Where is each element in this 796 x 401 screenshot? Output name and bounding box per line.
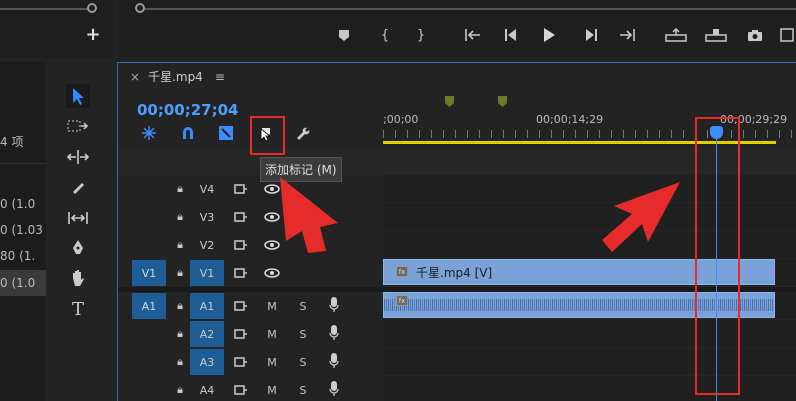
track-name-v1[interactable]: V1 (190, 260, 224, 286)
mute-track-button[interactable]: M (264, 354, 280, 370)
mute-track-button[interactable]: M (264, 298, 280, 314)
toggle-track-output-eye-icon[interactable] (264, 265, 280, 281)
timeline-settings-wrench-icon[interactable] (294, 124, 312, 142)
solo-track-button[interactable]: S (295, 326, 311, 342)
lock-track-icon[interactable]: 🔒︎ (172, 298, 188, 314)
project-item-selected[interactable]: 0 (1.0 (0, 270, 46, 296)
playhead-timecode[interactable]: 00;00;27;04 (137, 101, 239, 119)
hand-tool-icon[interactable] (66, 266, 90, 290)
lift-icon[interactable] (664, 23, 688, 47)
add-button-plus-icon[interactable]: + (84, 26, 102, 44)
annotation-highlight-box (695, 117, 740, 395)
sync-lock-icon[interactable] (233, 181, 249, 197)
add-marker-icon[interactable] (333, 23, 355, 47)
annotation-arrow-icon (602, 182, 680, 252)
panel-menu-icon[interactable]: ≡ (215, 70, 225, 84)
source-patch-v1[interactable]: V1 (132, 260, 166, 286)
sequence-tab[interactable]: × 千星.mp4 ≡ (130, 68, 225, 85)
sync-lock-icon[interactable] (233, 237, 249, 253)
track-name-a3[interactable]: A3 (190, 349, 224, 375)
project-header-divider (0, 163, 46, 164)
lock-track-icon[interactable]: 🔒︎ (172, 209, 188, 225)
mute-track-button[interactable]: M (264, 382, 280, 398)
project-item[interactable]: 80 (1. (0, 243, 46, 269)
sync-lock-icon[interactable] (233, 382, 249, 398)
ruler-label: 00;00;14;29 (536, 113, 604, 126)
track-select-tool-icon[interactable] (66, 114, 90, 138)
solo-track-button[interactable]: S (295, 354, 311, 370)
lock-track-icon[interactable]: 🔒︎ (172, 181, 188, 197)
voice-over-record-mic-icon[interactable] (326, 325, 342, 341)
program-scrub-bar[interactable] (137, 8, 796, 10)
sync-lock-icon[interactable] (233, 354, 249, 370)
track-name-v3[interactable]: V3 (190, 204, 224, 230)
type-tool-icon[interactable]: T (66, 297, 90, 321)
play-icon[interactable] (538, 23, 560, 47)
sync-lock-icon[interactable] (233, 209, 249, 225)
annotation-highlight-box (250, 116, 285, 155)
nest-toggle-icon[interactable] (140, 124, 158, 142)
lock-track-icon[interactable]: 🔒︎ (172, 326, 188, 342)
track-name-a2[interactable]: A2 (190, 321, 224, 347)
pen-tool-icon[interactable] (66, 236, 90, 260)
slip-tool-icon[interactable] (66, 206, 90, 230)
project-item[interactable]: 0 (1.0 (0, 191, 46, 217)
source-monitor-controls: + (0, 0, 113, 58)
fx-badge: fx (396, 295, 408, 306)
fx-badge: fx (396, 266, 408, 277)
mark-out-icon[interactable]: } (410, 23, 432, 47)
track-name-v2[interactable]: V2 (190, 232, 224, 258)
program-scrub-knob[interactable] (135, 3, 145, 13)
sync-lock-icon[interactable] (233, 265, 249, 281)
button-editor-icon[interactable] (778, 23, 796, 47)
solo-track-button[interactable]: S (295, 298, 311, 314)
selection-tool-icon[interactable] (66, 84, 90, 108)
project-item[interactable]: 0 (1.03 (0, 217, 46, 243)
source-scrub-bar[interactable] (0, 8, 92, 10)
export-frame-camera-icon[interactable] (744, 23, 766, 47)
voice-over-record-mic-icon[interactable] (326, 297, 342, 313)
track-name-a4[interactable]: A4 (190, 377, 224, 401)
video-clip-label: 千星.mp4 [V] (416, 266, 493, 280)
track-name-a1[interactable]: A1 (190, 293, 224, 319)
track-name-v4[interactable]: V4 (190, 176, 224, 202)
solo-track-button[interactable]: S (295, 382, 311, 398)
step-forward-icon[interactable] (580, 23, 602, 47)
voice-over-record-mic-icon[interactable] (326, 353, 342, 369)
razor-tool-icon[interactable] (66, 176, 90, 200)
snap-magnet-icon[interactable] (179, 124, 197, 142)
tools-panel (50, 62, 110, 401)
voice-over-record-mic-icon[interactable] (326, 381, 342, 397)
annotation-arrow-icon (280, 177, 338, 253)
mute-track-button[interactable]: M (264, 326, 280, 342)
step-back-icon[interactable] (500, 23, 522, 47)
lock-track-icon[interactable]: 🔒︎ (172, 382, 188, 398)
mark-in-icon[interactable]: { (374, 23, 396, 47)
source-scrub-knob[interactable] (87, 3, 97, 13)
ripple-edit-tool-icon[interactable] (66, 145, 90, 169)
lock-track-icon[interactable]: 🔒︎ (172, 237, 188, 253)
close-tab-icon[interactable]: × (130, 70, 140, 84)
sequence-tab-label: 千星.mp4 (148, 70, 203, 84)
source-patch-a1[interactable]: A1 (132, 293, 166, 319)
lock-track-icon[interactable]: 🔒︎ (172, 354, 188, 370)
lock-track-icon[interactable]: 🔒︎ (172, 265, 188, 281)
ruler-label: ;00;00 (383, 113, 419, 126)
program-monitor-controls (119, 0, 796, 58)
sequence-marker-icon[interactable] (445, 96, 454, 111)
extract-icon[interactable] (704, 23, 728, 47)
sequence-marker-icon[interactable] (498, 96, 507, 111)
sync-lock-icon[interactable] (233, 298, 249, 314)
project-item-count: 4 项 (0, 135, 24, 149)
go-to-out-icon[interactable] (616, 23, 638, 47)
go-to-in-icon[interactable] (462, 23, 484, 47)
linked-selection-icon[interactable] (217, 124, 235, 142)
sync-lock-icon[interactable] (233, 326, 249, 342)
